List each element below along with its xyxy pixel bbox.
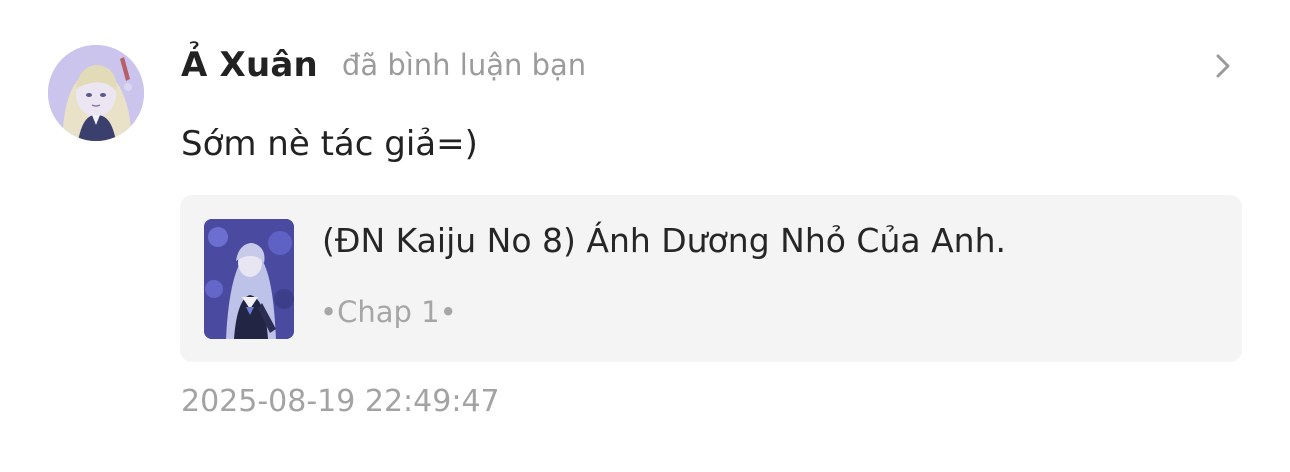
comment-notification[interactable]: Ả Xuân đã bình luận bạn Sớm nè tác giả=) [0, 0, 1290, 472]
story-cover-illustration-icon [204, 219, 294, 339]
timestamp: 2025-08-19 22:49:47 [181, 384, 500, 419]
story-card[interactable]: (ĐN Kaiju No 8) Ánh Dương Nhỏ Của Anh. •… [180, 195, 1242, 362]
user-name[interactable]: Ả Xuân [181, 45, 318, 85]
user-avatar[interactable] [48, 45, 144, 141]
notification-header: Ả Xuân đã bình luận bạn [181, 38, 586, 92]
avatar-illustration-icon [48, 45, 144, 141]
action-text: đã bình luận bạn [341, 48, 587, 82]
story-cover [204, 219, 294, 339]
story-chapter: •Chap 1• [320, 295, 457, 329]
chevron-right-icon[interactable] [1210, 50, 1236, 82]
story-title: (ĐN Kaiju No 8) Ánh Dương Nhỏ Của Anh. [322, 221, 1006, 260]
comment-text: Sớm nè tác giả=) [181, 124, 478, 164]
